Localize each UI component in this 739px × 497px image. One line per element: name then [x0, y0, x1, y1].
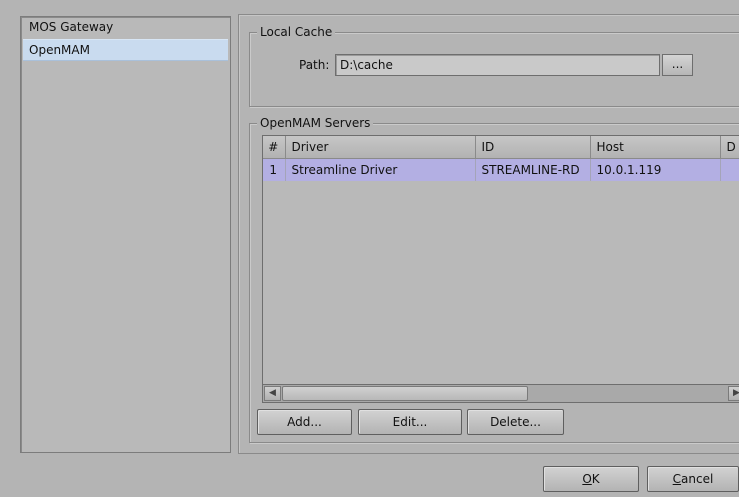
path-input[interactable]: D:\cache [335, 54, 660, 76]
add-button[interactable]: Add... [257, 409, 352, 435]
column-header-truncated[interactable]: D [720, 136, 739, 159]
edit-button[interactable]: Edit... [358, 409, 462, 435]
cancel-button[interactable]: Cancel [647, 466, 739, 492]
settings-dialog: MOS Gateway OpenMAM Local Cache Path: D:… [0, 0, 739, 497]
settings-panel: Local Cache Path: D:\cache ... OpenMAM S… [238, 14, 739, 454]
ok-label-rest: K [591, 472, 600, 486]
column-header-driver[interactable]: Driver [285, 136, 476, 159]
ok-mnemonic: O [582, 472, 592, 486]
table-header-row: # Driver ID Host D [263, 136, 739, 159]
scroll-left-icon[interactable]: ◀ [264, 386, 281, 401]
cell-host: 10.0.1.119 [590, 158, 721, 181]
scroll-right-icon[interactable]: ▶ [728, 386, 739, 401]
cell-extra [720, 158, 739, 181]
nav-item-label: OpenMAM [29, 43, 90, 57]
delete-button[interactable]: Delete... [467, 409, 564, 435]
group-title: Local Cache [257, 24, 336, 40]
path-label: Path: [299, 58, 330, 72]
column-header-number[interactable]: # [263, 136, 286, 159]
openmam-servers-group: OpenMAM Servers # Driver ID Host D 1 Str… [249, 115, 739, 443]
nav-item-openmam[interactable]: OpenMAM [23, 39, 228, 61]
nav-item-mos-gateway[interactable]: MOS Gateway [21, 17, 230, 39]
scroll-thumb[interactable] [282, 386, 528, 401]
column-header-id[interactable]: ID [475, 136, 591, 159]
category-list[interactable]: MOS Gateway OpenMAM [20, 16, 231, 453]
cancel-mnemonic: C [672, 472, 682, 486]
cell-number: 1 [263, 158, 286, 181]
nav-item-label: MOS Gateway [29, 20, 114, 34]
local-cache-group: Local Cache Path: D:\cache ... [249, 24, 739, 107]
servers-table[interactable]: # Driver ID Host D 1 Streamline Driver S… [262, 135, 739, 403]
table-row[interactable]: 1 Streamline Driver STREAMLINE-RD 10.0.1… [263, 158, 739, 181]
browse-button[interactable]: ... [662, 54, 693, 76]
horizontal-scrollbar[interactable]: ◀ ▶ [262, 384, 739, 403]
group-title: OpenMAM Servers [257, 115, 374, 131]
cancel-label-rest: ancel [681, 472, 714, 486]
cell-id: STREAMLINE-RD [475, 158, 591, 181]
column-header-host[interactable]: Host [590, 136, 721, 159]
ok-button[interactable]: OK [543, 466, 639, 492]
cell-driver: Streamline Driver [285, 158, 476, 181]
